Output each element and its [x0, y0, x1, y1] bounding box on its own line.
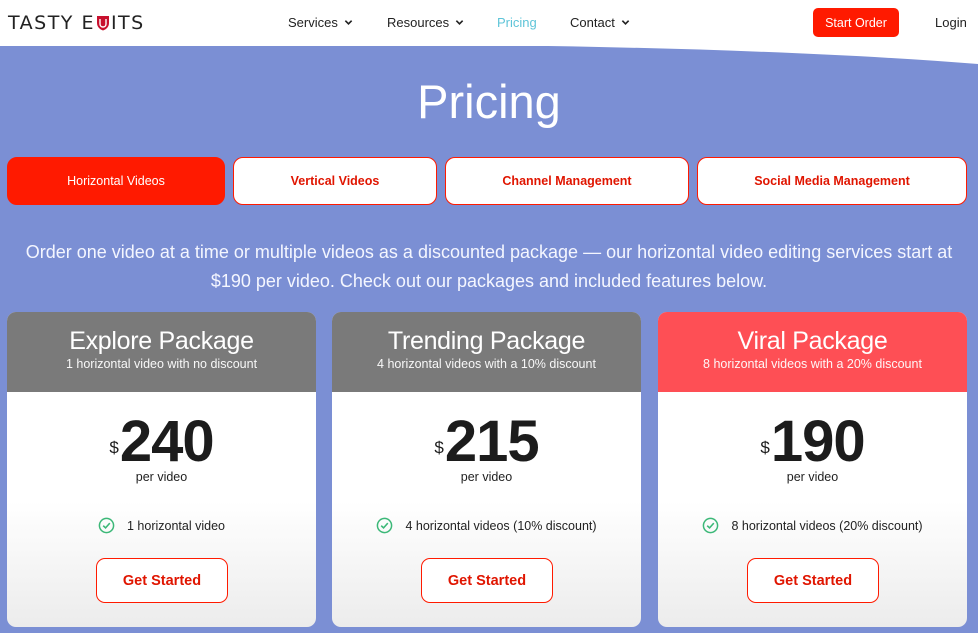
- price: $190: [658, 412, 967, 472]
- intro-text: Order one video at a time or multiple vi…: [25, 242, 953, 291]
- feature-item: 4 horizontal videos (10% discount): [332, 517, 641, 534]
- card-title: Viral Package: [737, 327, 888, 355]
- logo[interactable]: TASTY E ITS: [8, 12, 145, 34]
- nav-item-resources[interactable]: Resources: [387, 15, 464, 30]
- price-unit: per video: [135, 470, 188, 484]
- card-title: Trending Package: [387, 327, 586, 355]
- price-amount: 240: [119, 409, 215, 474]
- price: $215: [332, 412, 641, 472]
- start-order-button[interactable]: Start Order: [813, 8, 899, 37]
- pricing-card-viral: Viral Package 8 horizontal videos with a…: [658, 312, 967, 627]
- check-circle-icon: [703, 517, 719, 534]
- nav-item-label: Contact: [570, 15, 615, 30]
- price-block: $240 per video: [7, 392, 316, 492]
- top-nav: TASTY E ITS Services Resources Pricing C…: [0, 0, 978, 46]
- page-title: Pricing: [417, 75, 561, 128]
- card-subtitle: 4 horizontal videos with a 10% discount: [377, 357, 596, 371]
- currency-symbol: $: [109, 438, 119, 457]
- card-subtitle: 8 horizontal videos with a 20% discount: [703, 357, 922, 371]
- nav-item-label: Resources: [387, 15, 450, 30]
- card-header: Trending Package 4 horizontal videos wit…: [332, 312, 641, 392]
- card-subtitle: 1 horizontal video with no discount: [65, 357, 258, 371]
- tab-social-media-management[interactable]: Social Media Management: [697, 157, 967, 205]
- feature-item: 1 horizontal video: [7, 517, 316, 534]
- logo-text-right: ITS: [110, 12, 145, 34]
- chevron-down-icon: [455, 20, 464, 25]
- nav-item-pricing[interactable]: Pricing: [497, 15, 537, 30]
- nav-item-label: Services: [288, 15, 338, 30]
- check-circle-icon: [98, 517, 115, 534]
- pricing-card-trending: Trending Package 4 horizontal videos wit…: [332, 312, 641, 627]
- tab-vertical-videos[interactable]: Vertical Videos: [233, 157, 437, 205]
- get-started-button[interactable]: Get Started: [421, 558, 553, 603]
- price-block: $215 per video: [332, 392, 641, 492]
- hero-wave: [0, 44, 978, 64]
- tab-horizontal-videos[interactable]: Horizontal Videos: [7, 157, 225, 205]
- shield-icon: [96, 16, 109, 31]
- get-started-button[interactable]: Get Started: [96, 558, 228, 603]
- feature-text: 8 horizontal videos (20% discount): [731, 518, 923, 533]
- feature-item: 8 horizontal videos (20% discount): [658, 517, 967, 534]
- get-started-button[interactable]: Get Started: [747, 558, 879, 603]
- currency-symbol: $: [760, 438, 770, 457]
- card-header: Viral Package 8 horizontal videos with a…: [658, 312, 967, 392]
- feature-text: 4 horizontal videos (10% discount): [405, 518, 597, 533]
- tab-channel-management[interactable]: Channel Management: [445, 157, 689, 205]
- price-block: $190 per video: [658, 392, 967, 492]
- chevron-down-icon: [344, 20, 353, 25]
- price: $240: [7, 412, 316, 472]
- price-amount: 190: [770, 409, 866, 474]
- price-amount: 215: [444, 409, 540, 474]
- login-link[interactable]: Login: [935, 15, 967, 30]
- currency-symbol: $: [434, 438, 444, 457]
- nav-item-services[interactable]: Services: [288, 15, 353, 30]
- nav-item-label: Pricing: [497, 15, 537, 30]
- card-header: Explore Package 1 horizontal video with …: [7, 312, 316, 392]
- feature-text: 1 horizontal video: [127, 518, 225, 533]
- chevron-down-icon: [621, 20, 630, 25]
- card-title: Explore Package: [69, 327, 254, 355]
- price-unit: per video: [786, 470, 839, 484]
- pricing-card-explore: Explore Package 1 horizontal video with …: [7, 312, 316, 627]
- check-circle-icon: [377, 517, 393, 534]
- logo-text-left: TASTY E: [8, 12, 95, 34]
- nav-item-contact[interactable]: Contact: [570, 15, 630, 30]
- price-unit: per video: [460, 470, 513, 484]
